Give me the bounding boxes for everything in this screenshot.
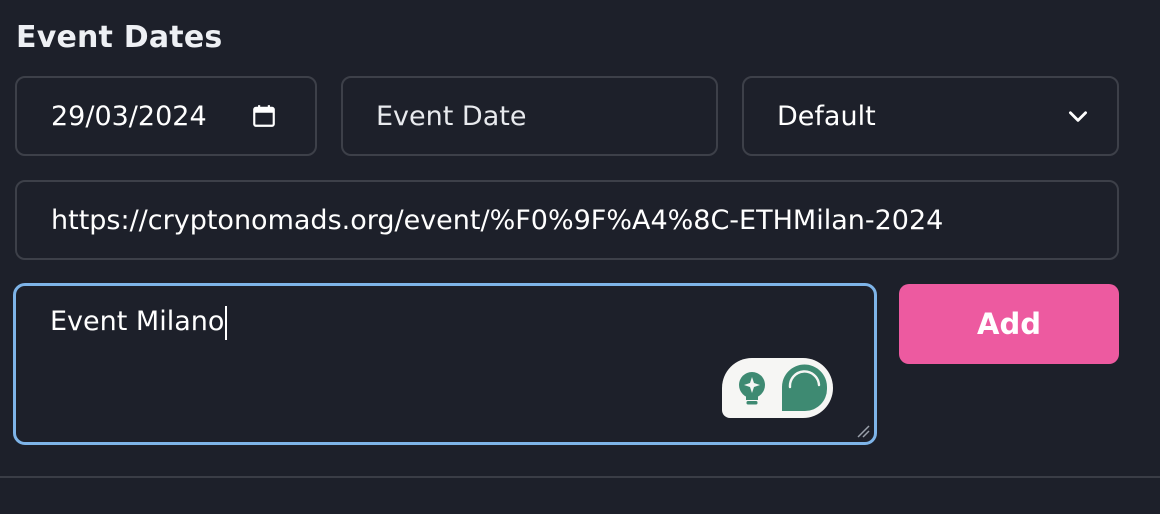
calendar-icon[interactable]	[251, 103, 277, 129]
text-caret	[225, 306, 228, 340]
add-button[interactable]: Add	[899, 284, 1119, 364]
event-description-value: Event Milano	[50, 306, 225, 337]
type-select[interactable]: Default	[742, 76, 1119, 156]
assistant-widget[interactable]	[722, 358, 833, 418]
lightbulb-sparkle-icon[interactable]	[734, 369, 770, 407]
speech-bubble-icon[interactable]	[778, 361, 831, 415]
section-divider	[0, 476, 1160, 478]
resize-handle-icon[interactable]	[856, 424, 870, 438]
date-input[interactable]: 29/03/2024	[15, 76, 317, 156]
date-input-value: 29/03/2024	[51, 100, 207, 132]
chevron-down-icon	[1065, 103, 1091, 129]
event-name-input[interactable]: Event Date	[341, 76, 718, 156]
event-url-input[interactable]: https://cryptonomads.org/event/%F0%9F%A4…	[15, 180, 1119, 260]
event-name-placeholder: Event Date	[376, 100, 527, 132]
event-dates-panel: Event Dates 29/03/2024 Event Date Defaul…	[0, 0, 1160, 514]
event-url-value: https://cryptonomads.org/event/%F0%9F%A4…	[51, 204, 944, 236]
section-title: Event Dates	[16, 20, 223, 55]
type-select-value: Default	[777, 100, 876, 132]
